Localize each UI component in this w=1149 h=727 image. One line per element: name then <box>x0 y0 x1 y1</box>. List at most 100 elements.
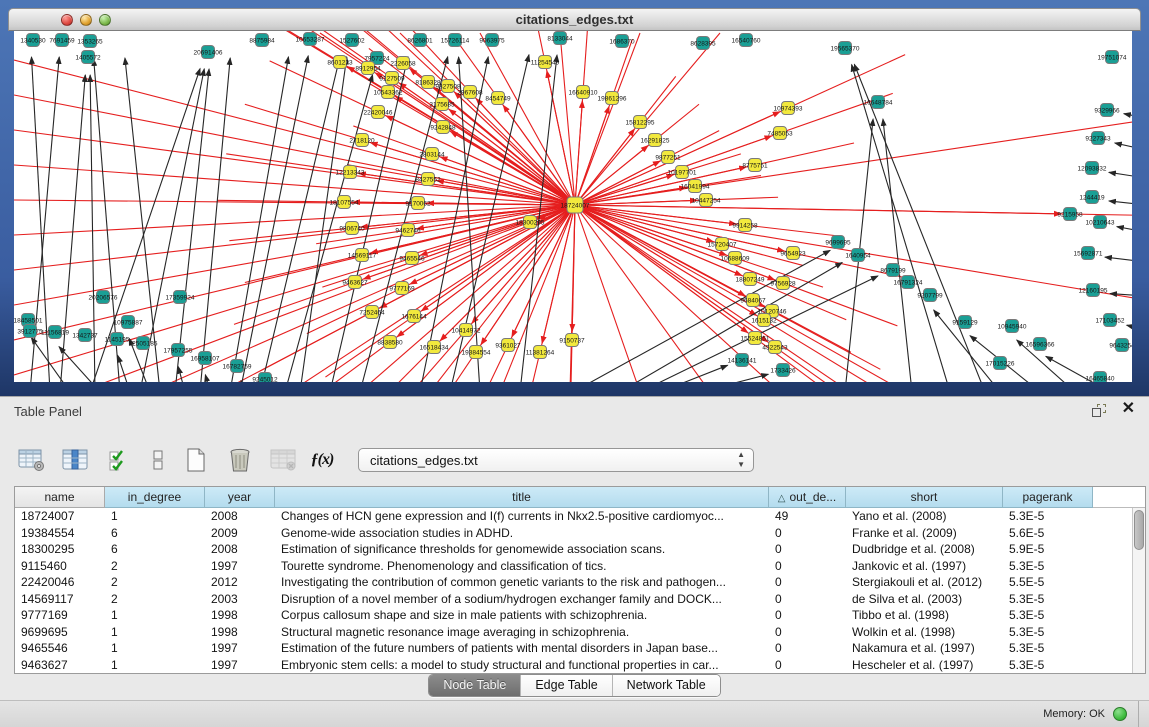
cell-pagerank: 5.3E-5 <box>1003 558 1093 575</box>
svg-text:14136141: 14136141 <box>728 357 757 364</box>
scrollbar-thumb[interactable] <box>1134 510 1144 550</box>
float-front-square <box>1092 408 1101 417</box>
statusbar-divider <box>1138 701 1139 727</box>
cell-short: Dudbridge et al. (2008) <box>846 541 1003 558</box>
table-row[interactable]: 946554611997Estimation of the future num… <box>15 640 1132 657</box>
cell-filler <box>1093 508 1132 525</box>
svg-text:9465546: 9465546 <box>399 255 425 262</box>
cell-short: Stergiakouli et al. (2012) <box>846 574 1003 591</box>
table-row[interactable]: 1938455462009Genome-wide association stu… <box>15 525 1132 542</box>
svg-text:9245012: 9245012 <box>252 376 278 382</box>
table-selector-dropdown[interactable]: citations_edges.txt ▲▼ <box>358 448 754 472</box>
svg-text:18724007: 18724007 <box>561 202 590 209</box>
svg-text:1145195: 1145195 <box>105 336 130 343</box>
svg-text:16518434: 16518434 <box>420 344 449 351</box>
svg-text:16640910: 16640910 <box>569 89 598 96</box>
svg-text:9159129: 9159129 <box>952 319 978 326</box>
network-canvas[interactable]: 1340530769145913532651405572206914068875… <box>14 31 1132 382</box>
dropdown-stepper-icon: ▲▼ <box>737 450 745 470</box>
tab-node-table[interactable]: Node Table <box>429 675 521 696</box>
svg-text:14569117: 14569117 <box>348 252 377 259</box>
svg-text:8628395: 8628395 <box>690 40 716 47</box>
table-row[interactable]: 911546021997Tourette syndrome. Phenomeno… <box>15 558 1132 575</box>
column-header-pagerank[interactable]: pagerank <box>1003 487 1093 508</box>
svg-text:8427552: 8427552 <box>415 176 441 183</box>
cell-filler <box>1093 640 1132 657</box>
table-mode-icon[interactable] <box>16 445 48 475</box>
cell-year: 2008 <box>205 508 275 525</box>
column-checklist-icon[interactable] <box>104 445 136 475</box>
create-column-icon[interactable] <box>180 445 212 475</box>
cell-out_degree: 0 <box>769 607 846 624</box>
table-row[interactable]: 969969511998Structural magnetic resonanc… <box>15 624 1132 641</box>
svg-text:1676144: 1676144 <box>401 313 427 320</box>
svg-text:19861296: 19861296 <box>598 95 627 102</box>
cell-name: 9777169 <box>15 607 105 624</box>
svg-text:17015226: 17015226 <box>986 360 1015 367</box>
svg-text:10653287: 10653287 <box>296 36 325 43</box>
tab-network-table[interactable]: Network Table <box>613 675 720 696</box>
svg-text:11254549: 11254549 <box>531 59 560 66</box>
svg-text:3175685: 3175685 <box>429 101 455 108</box>
function-builder-icon[interactable]: ƒ(x) <box>312 445 332 475</box>
table-row[interactable]: 977716911998Corpus callosum shape and si… <box>15 607 1132 624</box>
tab-edge-table[interactable]: Edge Table <box>521 675 612 696</box>
row-options-icon[interactable] <box>148 445 168 475</box>
cell-out_degree: 0 <box>769 657 846 674</box>
svg-text:9242848: 9242848 <box>430 124 456 131</box>
table-row[interactable]: 1456911722003Disruption of a novel membe… <box>15 591 1132 608</box>
cell-short: Tibbo et al. (1998) <box>846 607 1003 624</box>
svg-text:10210643: 10210643 <box>1086 219 1115 226</box>
svg-text:7691459: 7691459 <box>49 37 75 44</box>
cell-pagerank: 5.3E-5 <box>1003 607 1093 624</box>
svg-text:9227343: 9227343 <box>1085 135 1111 142</box>
show-columns-icon[interactable] <box>60 445 92 475</box>
svg-text:16465840: 16465840 <box>1086 375 1115 382</box>
column-header-out_degree[interactable]: △out_de... <box>769 487 846 508</box>
column-header-title[interactable]: title <box>275 487 769 508</box>
cell-in_degree: 1 <box>105 640 205 657</box>
svg-text:10688609: 10688609 <box>721 255 750 262</box>
cell-pagerank: 5.3E-5 <box>1003 657 1093 674</box>
table-vertical-scrollbar[interactable] <box>1132 508 1145 673</box>
cell-out_degree: 0 <box>769 640 846 657</box>
function-builder-glyph: ƒ(x) <box>311 451 334 469</box>
cell-title: Corpus callosum shape and size in male p… <box>275 607 769 624</box>
cell-name: 9465546 <box>15 640 105 657</box>
svg-text:10197701: 10197701 <box>668 169 697 176</box>
float-panel-icon[interactable] <box>1092 404 1107 418</box>
cell-name: 9699695 <box>15 624 105 641</box>
column-header-name[interactable]: name <box>15 487 105 508</box>
cell-title: Changes of HCN gene expression and I(f) … <box>275 508 769 525</box>
svg-text:19384554: 19384554 <box>462 349 491 356</box>
close-panel-icon[interactable]: ✕ <box>1122 400 1135 418</box>
cell-out_degree: 49 <box>769 508 846 525</box>
svg-text:10543362: 10543362 <box>374 89 403 96</box>
citation-network-graph[interactable]: 1340530769145913532651405572206914068875… <box>14 31 1132 382</box>
table-row[interactable]: 1830029562008Estimation of significance … <box>15 541 1132 558</box>
svg-text:9806740: 9806740 <box>339 225 365 232</box>
cell-name: 18300295 <box>15 541 105 558</box>
cell-pagerank: 5.3E-5 <box>1003 640 1093 657</box>
svg-text:1244419: 1244419 <box>1079 194 1105 201</box>
cell-short: de Silva et al. (2003) <box>846 591 1003 608</box>
table-row[interactable]: 1872400712008Changes of HCN gene express… <box>15 508 1132 525</box>
column-header-short[interactable]: short <box>846 487 1003 508</box>
svg-text:1340530: 1340530 <box>20 37 46 44</box>
svg-text:9684067: 9684067 <box>740 297 766 304</box>
cell-year: 1997 <box>205 640 275 657</box>
svg-text:19751074: 19751074 <box>1098 54 1127 61</box>
cell-title: Investigating the contribution of common… <box>275 574 769 591</box>
svg-text:1342737: 1342737 <box>72 332 98 339</box>
column-header-year[interactable]: year <box>205 487 275 508</box>
svg-text:16958107: 16958107 <box>191 355 220 362</box>
svg-text:4522543: 4522543 <box>762 344 788 351</box>
svg-text:17103452: 17103452 <box>1096 317 1125 324</box>
cell-pagerank: 5.6E-5 <box>1003 525 1093 542</box>
delete-columns-icon[interactable] <box>224 445 256 475</box>
table-row[interactable]: 946362711997Embryonic stem cells: a mode… <box>15 657 1132 674</box>
cell-year: 2012 <box>205 574 275 591</box>
column-header-in_degree[interactable]: in_degree <box>105 487 205 508</box>
window-titlebar[interactable]: citations_edges.txt <box>8 8 1141 31</box>
table-row[interactable]: 2242004622012Investigating the contribut… <box>15 574 1132 591</box>
